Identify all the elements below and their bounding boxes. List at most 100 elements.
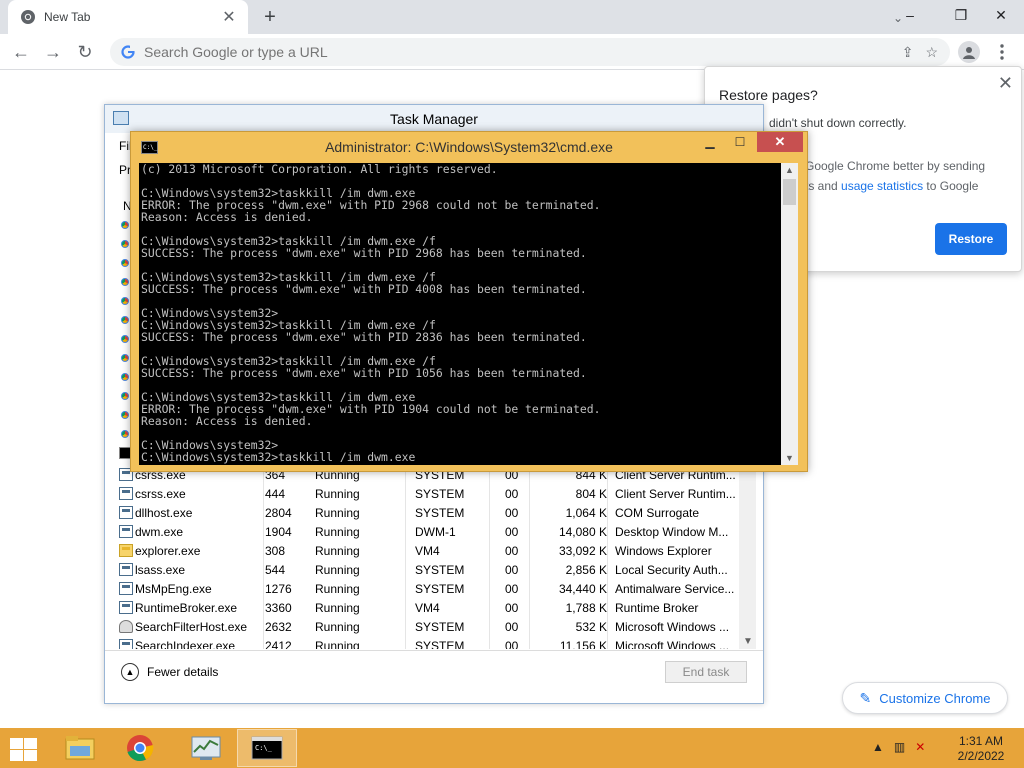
- network-icon[interactable]: ▥: [894, 740, 905, 754]
- cell-pid: 444: [265, 487, 286, 501]
- back-icon[interactable]: ←: [8, 39, 34, 65]
- cell-description: Windows Explorer: [615, 544, 712, 558]
- table-row[interactable]: lsass.exe 544 Running SYSTEM 00 2,856 K Local …: [113, 560, 739, 579]
- cell-name: csrss.exe: [135, 487, 186, 501]
- taskbar: C:\_ ▲ ▥ ✕ 1:31 AM 2/2/2022: [0, 728, 1024, 768]
- clock-date: 2/2/2022: [957, 749, 1005, 763]
- popup-close-icon[interactable]: ✕: [998, 73, 1013, 94]
- cell-status: Running: [315, 620, 360, 634]
- process-icon: [119, 639, 133, 649]
- restore-button[interactable]: Restore: [935, 223, 1007, 255]
- svg-text:C:\_: C:\_: [255, 744, 273, 752]
- chrome-taskbar-icon[interactable]: [110, 729, 170, 767]
- share-icon[interactable]: ⇪: [902, 44, 914, 61]
- restore-popup-title: Restore pages?: [719, 87, 818, 103]
- cell-description: Client Server Runtim...: [615, 487, 736, 501]
- task-manager-titlebar[interactable]: Task Manager: [105, 105, 763, 133]
- cell-description: Antimalware Service...: [615, 582, 735, 596]
- table-row[interactable]: RuntimeBroker.exe 3360 Running VM4 00 1,788 K…: [113, 598, 739, 617]
- restore-popup-message: didn't shut down correctly.: [769, 116, 907, 130]
- cell-pid: 308: [265, 544, 286, 558]
- table-row[interactable]: SearchIndexer.exe 2412 Running SYSTEM 00 11,1…: [113, 636, 739, 649]
- table-row[interactable]: MsMpEng.exe 1276 Running SYSTEM 00 34,440 K An…: [113, 579, 739, 598]
- cmd-close-button[interactable]: ✕: [757, 132, 803, 152]
- volume-muted-icon[interactable]: ✕: [915, 740, 925, 754]
- cell-memory: 34,440 K: [558, 582, 607, 596]
- cell-description: Microsoft Windows ...: [615, 620, 730, 634]
- table-row[interactable]: dwm.exe 1904 Running DWM-1 00 14,080 K Desktop…: [113, 522, 739, 541]
- cell-user: SYSTEM: [415, 639, 465, 649]
- cell-cpu: 00: [505, 620, 519, 634]
- bookmark-star-icon[interactable]: ☆: [925, 44, 938, 61]
- console-text: (c) 2013 Microsoft Corporation. All righ…: [141, 163, 601, 464]
- cell-user: VM4: [415, 544, 440, 558]
- cell-cpu: 00: [505, 525, 519, 539]
- omnibox[interactable]: ⇪ ☆: [110, 38, 950, 66]
- cell-memory: 532 K: [575, 620, 607, 634]
- table-row[interactable]: csrss.exe 444 Running SYSTEM 00 804 K Client S…: [113, 484, 739, 503]
- cell-name: SearchIndexer.exe: [135, 639, 236, 649]
- scroll-down-icon[interactable]: ▼: [785, 453, 794, 463]
- cell-cpu: 00: [505, 544, 519, 558]
- new-tab-button[interactable]: +: [258, 5, 282, 29]
- cell-cpu: 00: [505, 506, 519, 520]
- console-scrollbar[interactable]: ▲ ▼: [781, 163, 798, 465]
- tab-close-icon[interactable]: ✕: [220, 8, 238, 26]
- tray-expand-icon[interactable]: ▲: [872, 740, 884, 754]
- chrome-menu-icon[interactable]: [990, 39, 1014, 65]
- cmd-window: C:\_ Administrator: C:\Windows\System32\…: [130, 131, 808, 472]
- cell-user: VM4: [415, 601, 440, 615]
- task-manager-title: Task Manager: [390, 111, 478, 127]
- folder-icon: [119, 544, 133, 557]
- file-explorer-icon[interactable]: [50, 729, 110, 767]
- fewer-details-button[interactable]: ▲ Fewer details: [121, 663, 218, 681]
- scroll-thumb[interactable]: [783, 179, 796, 205]
- forward-icon[interactable]: →: [40, 39, 66, 65]
- table-row[interactable]: SearchFilterHost.exe 2632 Running SYSTEM 00 5…: [113, 617, 739, 636]
- console-output-area[interactable]: (c) 2013 Microsoft Corporation. All righ…: [139, 163, 781, 465]
- cell-description: Runtime Broker: [615, 601, 699, 615]
- cell-memory: 11,156 K: [559, 639, 607, 649]
- cell-name: SearchFilterHost.exe: [135, 620, 248, 634]
- cell-pid: 2804: [265, 506, 292, 520]
- usage-statistics-link[interactable]: usage statistics: [841, 179, 923, 193]
- system-tray: ▲ ▥ ✕: [872, 740, 925, 754]
- end-task-button[interactable]: End task: [665, 661, 747, 683]
- cell-description: Microsoft Windows ...: [615, 639, 730, 649]
- cmd-maximize-button[interactable]: ☐: [727, 132, 753, 152]
- process-list: csrss.exe 364 Running SYSTEM 00 844 K Client S…: [113, 465, 739, 649]
- scroll-up-icon[interactable]: ▲: [785, 165, 794, 175]
- profile-avatar-icon[interactable]: [958, 41, 980, 63]
- taskbar-clock[interactable]: 1:31 AM 2/2/2022: [948, 734, 1014, 764]
- google-g-icon: [120, 44, 136, 60]
- table-row[interactable]: explorer.exe 308 Running VM4 00 33,092 K Windo…: [113, 541, 739, 560]
- chrome-tabstrip: New Tab ✕ + ⌄ – ❐ ✕: [0, 0, 1024, 34]
- task-manager-taskbar-icon[interactable]: [176, 729, 236, 767]
- tab-title: New Tab: [44, 10, 91, 24]
- cell-status: Running: [315, 582, 360, 596]
- scroll-down-icon[interactable]: ▼: [743, 636, 753, 647]
- cell-cpu: 00: [505, 563, 519, 577]
- cell-cpu: 00: [505, 601, 519, 615]
- close-window-button[interactable]: ✕: [978, 0, 1024, 30]
- cell-pid: 2412: [265, 639, 292, 649]
- tab-new-tab[interactable]: New Tab ✕: [8, 0, 248, 34]
- cell-memory: 804 K: [575, 487, 607, 501]
- process-icon: [119, 506, 133, 519]
- reload-icon[interactable]: ↻: [72, 39, 98, 65]
- cell-cpu: 00: [505, 582, 519, 596]
- cell-description: Local Security Auth...: [615, 563, 728, 577]
- table-row[interactable]: dllhost.exe 2804 Running SYSTEM 00 1,064 K COM…: [113, 503, 739, 522]
- process-list-scrollbar[interactable]: ▼: [739, 465, 756, 649]
- minimize-button[interactable]: –: [887, 0, 933, 30]
- cmd-minimize-button[interactable]: ▁: [697, 132, 723, 152]
- customize-chrome-button[interactable]: ✎ Customize Chrome: [842, 682, 1008, 714]
- cell-name: dllhost.exe: [135, 506, 193, 520]
- cmd-taskbar-icon[interactable]: C:\_: [237, 729, 297, 767]
- cell-status: Running: [315, 639, 360, 649]
- cell-status: Running: [315, 506, 360, 520]
- process-icon: [119, 582, 133, 595]
- windows-start-icon[interactable]: [8, 736, 38, 762]
- cell-name: explorer.exe: [135, 544, 201, 558]
- omnibox-input[interactable]: [144, 44, 902, 60]
